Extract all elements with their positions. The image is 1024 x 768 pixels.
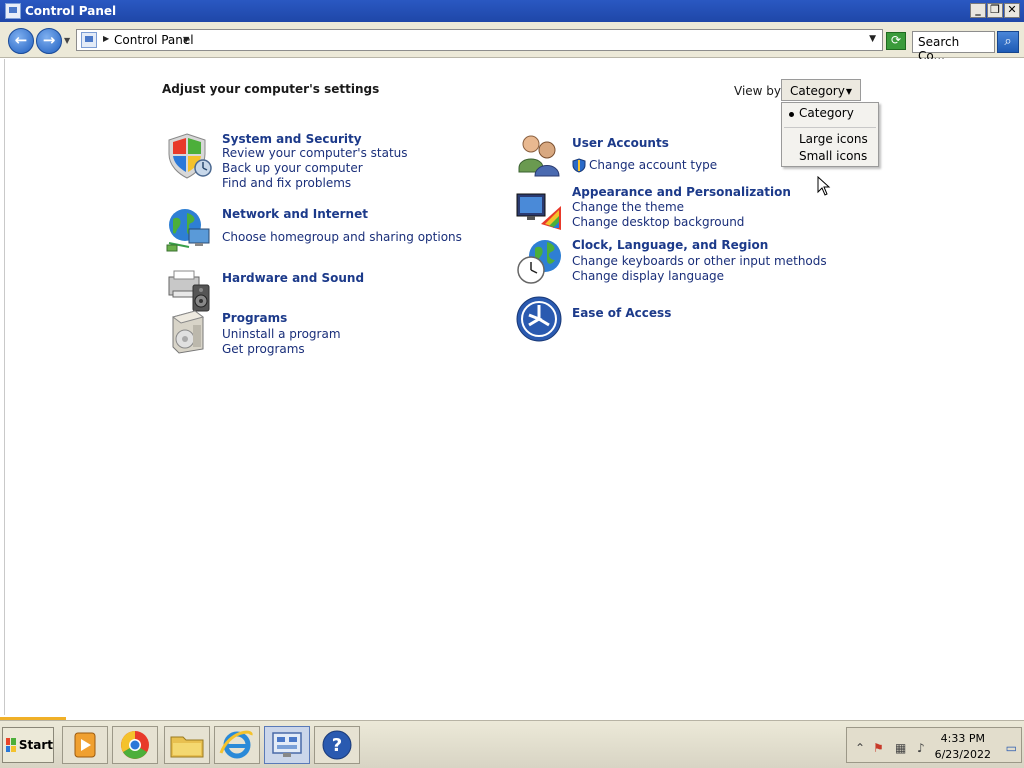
- address-field[interactable]: ▶ Control Panel ▼ ▼: [76, 29, 883, 51]
- taskbar-chrome[interactable]: [112, 726, 158, 764]
- show-desktop-icon[interactable]: ▭: [1006, 741, 1017, 755]
- refresh-button[interactable]: ⟳: [886, 32, 906, 50]
- file-explorer-icon: [170, 736, 204, 758]
- appearance-monitor-icon: [516, 193, 561, 230]
- window-controls: _ ❐ ✕: [970, 3, 1020, 18]
- selected-bullet-icon: [789, 112, 794, 117]
- search-input[interactable]: Search Co...: [912, 31, 995, 63]
- link-change-keyboards[interactable]: Change keyboards or other input methods: [572, 254, 827, 268]
- taskbar-control-panel[interactable]: [264, 726, 310, 764]
- forward-button[interactable]: →: [36, 28, 62, 54]
- mouse-cursor-icon: [817, 176, 831, 196]
- programs-box-icon: [171, 310, 205, 354]
- link-homegroup[interactable]: Choose homegroup and sharing options: [222, 230, 462, 244]
- clock-globe-icon: [517, 240, 561, 284]
- taskbar-media-player[interactable]: [62, 726, 108, 764]
- view-by-label: View by:: [734, 84, 785, 98]
- category-title[interactable]: Network and Internet: [222, 207, 368, 221]
- menu-item-large-icons[interactable]: Large icons: [799, 132, 868, 146]
- link-change-theme[interactable]: Change the theme: [572, 200, 684, 214]
- users-icon: [518, 135, 560, 177]
- title-bar: Control Panel _ ❐ ✕: [0, 0, 1024, 22]
- view-by-select[interactable]: Category ▼: [781, 79, 861, 101]
- category-title[interactable]: System and Security: [222, 132, 362, 146]
- uac-shield-icon: [572, 158, 586, 173]
- back-button[interactable]: ←: [8, 28, 34, 54]
- category-title[interactable]: User Accounts: [572, 136, 669, 150]
- close-button[interactable]: ✕: [1004, 3, 1020, 18]
- action-center-flag-icon[interactable]: ⚑: [873, 741, 884, 755]
- category-title[interactable]: Appearance and Personalization: [572, 185, 791, 199]
- content-area: Adjust your computer's settings View by:…: [4, 59, 1020, 715]
- help-icon: ?: [322, 730, 352, 760]
- view-by-value: Category: [790, 84, 845, 98]
- taskbar-file-explorer[interactable]: [164, 726, 210, 764]
- network-globe-icon: [166, 209, 210, 252]
- link-desktop-background[interactable]: Change desktop background: [572, 215, 744, 229]
- menu-item-small-icons[interactable]: Small icons: [799, 149, 867, 163]
- link-get-programs[interactable]: Get programs: [222, 342, 305, 356]
- search-button[interactable]: ⌕: [997, 31, 1019, 53]
- recent-pages-dropdown[interactable]: ▼: [64, 36, 70, 45]
- minimize-button[interactable]: _: [970, 3, 986, 18]
- chevron-down-icon: ▼: [845, 87, 852, 96]
- taskbar-help[interactable]: ?: [314, 726, 360, 764]
- clock-time: 4:33 PM: [940, 732, 985, 745]
- category-title[interactable]: Ease of Access: [572, 306, 671, 320]
- network-icon[interactable]: ▦: [895, 741, 906, 755]
- volume-icon[interactable]: ♪: [917, 741, 925, 755]
- show-hidden-icons-icon[interactable]: ⌃: [855, 741, 865, 755]
- category-title[interactable]: Clock, Language, and Region: [572, 238, 768, 252]
- clock-date: 6/23/2022: [934, 748, 991, 761]
- category-title[interactable]: Programs: [222, 311, 287, 325]
- chrome-icon: [121, 731, 149, 759]
- internet-explorer-icon: [219, 730, 253, 759]
- control-panel-icon: [5, 3, 21, 19]
- system-tray: ⌃ ⚑ ▦ ♪ 4:33 PM 6/23/2022 ▭: [846, 727, 1022, 763]
- control-panel-icon: [272, 732, 302, 757]
- breadcrumb-arrow-icon[interactable]: ▶: [103, 34, 109, 43]
- breadcrumb-dropdown-icon[interactable]: ▼: [183, 35, 189, 44]
- start-label: Start: [18, 738, 53, 752]
- link-review-status[interactable]: Review your computer's status: [222, 146, 408, 160]
- page-title: Adjust your computer's settings: [162, 82, 380, 96]
- link-backup[interactable]: Back up your computer: [222, 161, 363, 175]
- link-find-fix[interactable]: Find and fix problems: [222, 176, 351, 190]
- link-change-account-type[interactable]: Change account type: [589, 158, 717, 172]
- shield-icon: [168, 133, 212, 179]
- ease-of-access-icon: [516, 296, 562, 342]
- windows-flag-icon: [6, 738, 16, 752]
- link-uninstall[interactable]: Uninstall a program: [222, 327, 341, 341]
- taskbar-internet-explorer[interactable]: [214, 726, 260, 764]
- address-history-dropdown[interactable]: ▼: [869, 34, 876, 44]
- clock[interactable]: 4:33 PM 6/23/2022: [935, 731, 991, 763]
- menu-separator: [784, 127, 876, 128]
- category-title[interactable]: Hardware and Sound: [222, 271, 364, 285]
- window-title: Control Panel: [25, 4, 117, 18]
- start-button[interactable]: Start: [2, 727, 54, 763]
- link-display-language[interactable]: Change display language: [572, 269, 724, 283]
- address-toolbar: ← → ▼ ▶ Control Panel ▼ ▼ ⟳ Search Co...…: [0, 22, 1024, 63]
- taskbar: Start ? ⌃ ⚑ ▦ ♪ 4:33 PM 6/23/2022 ▭: [0, 720, 1024, 768]
- control-panel-icon: [81, 32, 97, 48]
- maximize-button[interactable]: ❐: [987, 3, 1003, 18]
- media-player-icon: [74, 732, 96, 758]
- breadcrumb-control-panel[interactable]: Control Panel: [114, 33, 194, 47]
- svg-text:?: ?: [332, 735, 342, 756]
- view-by-menu: Category Large icons Small icons: [781, 102, 879, 167]
- menu-item-category[interactable]: Category: [799, 106, 854, 120]
